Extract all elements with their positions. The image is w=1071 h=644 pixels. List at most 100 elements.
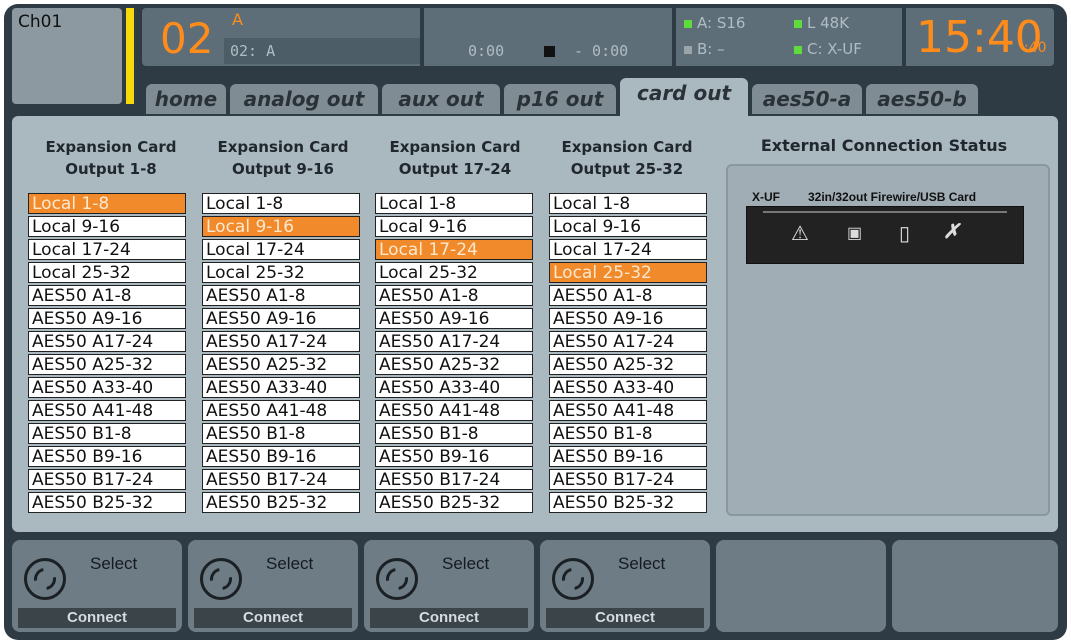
list-item[interactable]: AES50 A33-40 — [375, 377, 533, 398]
bottom-button-1[interactable]: Select Connect — [12, 540, 182, 632]
tab-card-out[interactable]: card out — [620, 78, 748, 116]
scene-box: A 02: A — [224, 8, 420, 66]
bottom-button-3[interactable]: Select Connect — [364, 540, 534, 632]
list-item[interactable]: AES50 A1-8 — [28, 285, 186, 306]
tab-home[interactable]: home — [146, 84, 226, 114]
list-item[interactable]: Local 25-32 — [549, 262, 707, 283]
list-item[interactable]: Local 17-24 — [549, 239, 707, 260]
channel-color-bar — [126, 8, 134, 104]
list-item[interactable]: Local 1-8 — [202, 193, 360, 214]
list-item[interactable]: AES50 A41-48 — [28, 400, 186, 421]
list-item[interactable]: AES50 A1-8 — [202, 285, 360, 306]
list-item[interactable]: Local 17-24 — [202, 239, 360, 260]
list-item[interactable]: AES50 B1-8 — [202, 423, 360, 444]
list-item[interactable]: AES50 A9-16 — [549, 308, 707, 329]
list-item[interactable]: Local 25-32 — [375, 262, 533, 283]
list-item[interactable]: AES50 A41-48 — [375, 400, 533, 421]
bottom-button-5[interactable] — [716, 540, 886, 632]
list-item[interactable]: AES50 B25-32 — [28, 492, 186, 513]
list-item[interactable]: AES50 B9-16 — [202, 446, 360, 467]
list-item[interactable]: AES50 A17-24 — [28, 331, 186, 352]
output-list-3[interactable]: Local 1-8 Local 9-16 Local 17-24 Local 25-3… — [375, 193, 533, 515]
output-list-1[interactable]: Local 1-8 Local 9-16 Local 17-24 Local 25-3… — [28, 193, 186, 515]
bottom-button-4[interactable]: Select Connect — [540, 540, 710, 632]
list-item[interactable]: AES50 B25-32 — [375, 492, 533, 513]
list-item[interactable]: AES50 A41-48 — [549, 400, 707, 421]
list-item[interactable]: AES50 A9-16 — [28, 308, 186, 329]
player-time: 0:00 — [468, 42, 505, 60]
list-item[interactable]: Local 1-8 — [549, 193, 707, 214]
list-item[interactable]: AES50 A9-16 — [375, 308, 533, 329]
list-item[interactable]: AES50 A25-32 — [28, 354, 186, 375]
list-item[interactable]: AES50 B1-8 — [28, 423, 186, 444]
scene-name: 02: A — [230, 42, 276, 60]
status-b: B: – — [684, 40, 725, 58]
list-item[interactable]: AES50 A25-32 — [202, 354, 360, 375]
rotary-encoder-icon — [24, 558, 66, 600]
scene-number-box: 02 — [142, 8, 224, 66]
channel-label: Ch01 — [18, 12, 63, 32]
tab-aux-out[interactable]: aux out — [382, 84, 500, 114]
list-item[interactable]: AES50 B17-24 — [549, 469, 707, 490]
list-item[interactable]: AES50 A33-40 — [549, 377, 707, 398]
list-item[interactable]: AES50 B9-16 — [375, 446, 533, 467]
list-item[interactable]: AES50 A1-8 — [549, 285, 707, 306]
connect-button[interactable]: Connect — [194, 608, 352, 628]
list-item[interactable]: Local 9-16 — [549, 216, 707, 237]
column-header-2: Expansion Card Output 9-16 — [217, 138, 349, 178]
clock: 15:40 :40 — [906, 8, 1054, 66]
list-item[interactable]: Local 1-8 — [28, 193, 186, 214]
connect-button[interactable]: Connect — [546, 608, 704, 628]
output-list-4[interactable]: Local 1-8 Local 9-16 Local 17-24 Local 25-3… — [549, 193, 707, 515]
list-item[interactable]: Local 25-32 — [28, 262, 186, 283]
output-list-2[interactable]: Local 1-8 Local 9-16 Local 17-24 Local 25-3… — [202, 193, 360, 515]
list-item[interactable]: Local 17-24 — [28, 239, 186, 260]
list-item[interactable]: AES50 B17-24 — [28, 469, 186, 490]
connect-button[interactable]: Connect — [18, 608, 176, 628]
list-item[interactable]: Local 1-8 — [375, 193, 533, 214]
select-label: Select — [442, 554, 490, 573]
player-box: 0:00 - 0:00 — [424, 8, 672, 66]
x-uf-logo-icon: ✗ — [943, 221, 960, 243]
list-item[interactable]: Local 17-24 — [375, 239, 533, 260]
list-item[interactable]: AES50 B9-16 — [28, 446, 186, 467]
channel-box[interactable]: Ch01 — [12, 8, 122, 104]
rotary-encoder-icon — [200, 558, 242, 600]
tab-analog-out[interactable]: analog out — [230, 84, 378, 114]
list-item[interactable]: AES50 A33-40 — [202, 377, 360, 398]
bottom-button-2[interactable]: Select Connect — [188, 540, 358, 632]
rotary-encoder-icon — [376, 558, 418, 600]
list-item[interactable]: Local 9-16 — [202, 216, 360, 237]
list-item[interactable]: AES50 B25-32 — [549, 492, 707, 513]
list-item[interactable]: Local 9-16 — [28, 216, 186, 237]
list-item[interactable]: AES50 B25-32 — [202, 492, 360, 513]
list-item[interactable]: AES50 B17-24 — [202, 469, 360, 490]
scene-number: 02 — [160, 14, 214, 63]
list-item[interactable]: AES50 A1-8 — [375, 285, 533, 306]
list-item[interactable]: Local 9-16 — [375, 216, 533, 237]
list-item[interactable]: AES50 A17-24 — [549, 331, 707, 352]
list-item[interactable]: AES50 A9-16 — [202, 308, 360, 329]
list-item[interactable]: AES50 A41-48 — [202, 400, 360, 421]
clock-seconds: :40 — [1024, 40, 1047, 56]
bottom-button-6[interactable] — [892, 540, 1058, 632]
list-item[interactable]: AES50 A25-32 — [375, 354, 533, 375]
tab-aes50-a[interactable]: aes50-a — [752, 84, 862, 114]
list-item[interactable]: AES50 B17-24 — [375, 469, 533, 490]
stop-icon — [544, 46, 555, 57]
column-header-3: Expansion Card Output 17-24 — [389, 138, 521, 178]
list-item[interactable]: AES50 B1-8 — [375, 423, 533, 444]
select-label: Select — [618, 554, 666, 573]
list-item[interactable]: Local 25-32 — [202, 262, 360, 283]
logo-icon: ⚠ — [791, 223, 809, 245]
connect-button[interactable]: Connect — [370, 608, 528, 628]
list-item[interactable]: AES50 A25-32 — [549, 354, 707, 375]
list-item[interactable]: AES50 B9-16 — [549, 446, 707, 467]
list-item[interactable]: AES50 A17-24 — [202, 331, 360, 352]
list-item[interactable]: AES50 A17-24 — [375, 331, 533, 352]
rotary-encoder-icon — [552, 558, 594, 600]
list-item[interactable]: AES50 A33-40 — [28, 377, 186, 398]
list-item[interactable]: AES50 B1-8 — [549, 423, 707, 444]
tab-p16-out[interactable]: p16 out — [504, 84, 616, 114]
tab-aes50-b[interactable]: aes50-b — [866, 84, 978, 114]
